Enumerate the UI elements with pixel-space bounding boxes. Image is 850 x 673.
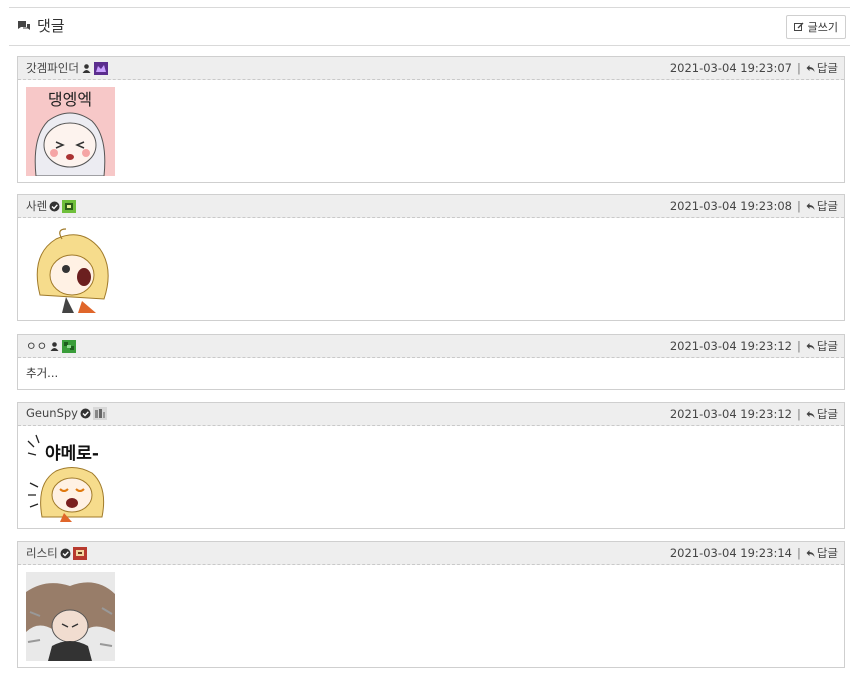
sticker-image bbox=[26, 572, 115, 661]
comment-header: GeunSpy 2021-03-04 19:23:12 | 답글 bbox=[18, 403, 844, 426]
sticker-image: 댕엥엑 bbox=[26, 87, 115, 176]
comment-author[interactable]: 리스티 bbox=[26, 545, 87, 561]
reply-label: 답글 bbox=[816, 61, 838, 75]
write-comment-button[interactable]: 글쓰기 bbox=[785, 15, 846, 39]
comments-title: 댓글 bbox=[17, 15, 65, 36]
sticker-image bbox=[26, 225, 115, 314]
comments-header: 댓글 글쓰기 bbox=[9, 8, 850, 45]
reply-button[interactable]: 답글 bbox=[806, 406, 838, 422]
meta-separator: | bbox=[796, 61, 801, 75]
meta-separator: | bbox=[796, 407, 801, 421]
comment-item: 리스티 2021-03-04 19:23:14 | 답글 bbox=[17, 541, 845, 668]
level-badge-icon bbox=[92, 406, 107, 420]
reply-button[interactable]: 답글 bbox=[806, 545, 838, 561]
meta-separator: | bbox=[796, 546, 801, 560]
comment-item: 사렌 2021-03-04 19:23:08 | 답글 bbox=[17, 194, 845, 321]
reply-button[interactable]: 답글 bbox=[806, 198, 838, 214]
edit-icon bbox=[793, 22, 804, 31]
comment-timestamp: 2021-03-04 19:23:14 bbox=[669, 546, 792, 560]
comment-header: ㅇㅇ 2021-03-04 19:23:12 | 답글 bbox=[18, 335, 844, 358]
sticker-caption: 야메로- bbox=[45, 444, 99, 464]
comment-meta: 2021-03-04 19:23:08 | 답글 bbox=[670, 198, 838, 214]
comment-timestamp: 2021-03-04 19:23:08 bbox=[669, 199, 792, 213]
comment-header: 사렌 2021-03-04 19:23:08 | 답글 bbox=[18, 195, 844, 218]
write-comment-label: 글쓰기 bbox=[807, 21, 838, 34]
author-name: 사렌 bbox=[26, 199, 48, 213]
member-icon bbox=[50, 341, 59, 351]
reply-arrow-icon bbox=[806, 342, 815, 350]
reply-label: 답글 bbox=[816, 546, 838, 560]
verified-icon bbox=[60, 548, 71, 558]
meta-separator: | bbox=[796, 199, 801, 213]
author-name: ㅇㅇ bbox=[26, 339, 48, 353]
verified-icon bbox=[80, 408, 91, 418]
reply-arrow-icon bbox=[806, 410, 815, 418]
reply-button[interactable]: 답글 bbox=[806, 338, 838, 354]
comment-meta: 2021-03-04 19:23:07 | 답글 bbox=[670, 60, 838, 76]
comment-item: ㅇㅇ 2021-03-04 19:23:12 | 답글 추거... bbox=[17, 334, 845, 390]
comment-meta: 2021-03-04 19:23:12 | 답글 bbox=[670, 406, 838, 422]
level-badge-icon bbox=[62, 199, 77, 213]
meta-separator: | bbox=[796, 339, 801, 353]
level-badge-icon bbox=[72, 546, 87, 560]
reply-button[interactable]: 답글 bbox=[806, 60, 838, 76]
reply-arrow-icon bbox=[806, 64, 815, 72]
comment-text: 추거... bbox=[26, 366, 59, 380]
comment-timestamp: 2021-03-04 19:23:12 bbox=[669, 339, 792, 353]
comment-timestamp: 2021-03-04 19:23:12 bbox=[669, 407, 792, 421]
comment-meta: 2021-03-04 19:23:14 | 답글 bbox=[670, 545, 838, 561]
author-name: 갓겜파인더 bbox=[26, 61, 79, 75]
comment-meta: 2021-03-04 19:23:12 | 답글 bbox=[670, 338, 838, 354]
comment-item: GeunSpy 2021-03-04 19:23:12 | 답글 야메로- bbox=[17, 402, 845, 529]
comment-author[interactable]: GeunSpy bbox=[26, 406, 107, 420]
level-badge-icon bbox=[62, 339, 77, 353]
comment-header: 갓겜파인더 2021-03-04 19:23:07 | 답글 bbox=[18, 57, 844, 80]
member-icon bbox=[82, 63, 91, 73]
reply-label: 답글 bbox=[816, 199, 838, 213]
comments-title-text: 댓글 bbox=[37, 17, 65, 35]
header-divider bbox=[9, 45, 850, 46]
reply-label: 답글 bbox=[816, 407, 838, 421]
comment-header: 리스티 2021-03-04 19:23:14 | 답글 bbox=[18, 542, 844, 565]
comment-author[interactable]: ㅇㅇ bbox=[26, 338, 77, 354]
author-name: 리스티 bbox=[26, 546, 58, 560]
comment-item: 갓겜파인더 2021-03-04 19:23:07 | 답글 댕엥엑 bbox=[17, 56, 845, 183]
comment-author[interactable]: 사렌 bbox=[26, 198, 77, 214]
reply-arrow-icon bbox=[806, 202, 815, 210]
reply-label: 답글 bbox=[816, 339, 838, 353]
reply-arrow-icon bbox=[806, 549, 815, 557]
sticker-caption: 댕엥엑 bbox=[48, 90, 92, 109]
sticker-image: 야메로- bbox=[26, 433, 115, 522]
author-name: GeunSpy bbox=[26, 406, 78, 420]
comment-timestamp: 2021-03-04 19:23:07 bbox=[669, 61, 792, 75]
verified-icon bbox=[49, 201, 60, 211]
level-badge-icon bbox=[93, 61, 108, 75]
comments-icon bbox=[18, 20, 30, 30]
comment-author[interactable]: 갓겜파인더 bbox=[26, 60, 108, 76]
